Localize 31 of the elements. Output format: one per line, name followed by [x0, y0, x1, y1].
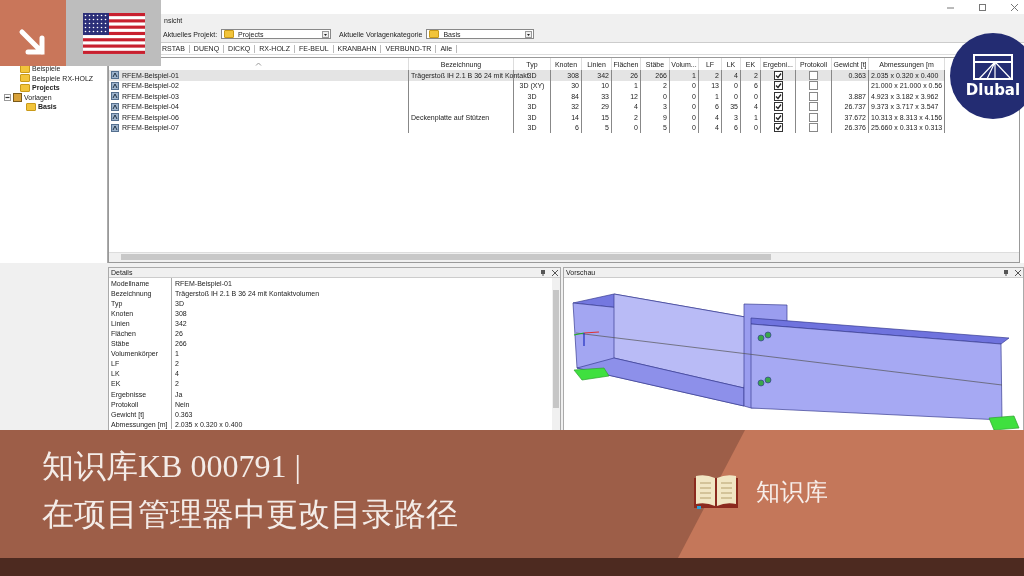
horizontal-scrollbar[interactable]: [109, 252, 1019, 262]
checkbox[interactable]: [809, 102, 818, 112]
vertical-scrollbar[interactable]: [552, 278, 560, 433]
pin-icon[interactable]: [540, 269, 546, 276]
checkbox[interactable]: [809, 91, 818, 101]
banner-title: 知识库KB 000791 |: [42, 447, 302, 486]
checkbox[interactable]: [773, 112, 783, 122]
checkbox[interactable]: [809, 70, 818, 80]
close-icon[interactable]: [1015, 269, 1021, 276]
arrow-icon: [18, 28, 48, 58]
pin-icon[interactable]: [1003, 269, 1009, 276]
checkbox[interactable]: [809, 81, 818, 91]
section-label: 知识库: [756, 477, 828, 508]
checkbox[interactable]: [809, 112, 818, 122]
checkbox[interactable]: [773, 91, 783, 101]
close-icon[interactable]: [552, 269, 558, 276]
checkbox[interactable]: [773, 102, 783, 112]
checkbox[interactable]: [773, 123, 783, 133]
checkbox[interactable]: [773, 70, 783, 80]
close-icon[interactable]: [1009, 2, 1019, 12]
us-flag-icon[interactable]: [82, 12, 145, 54]
maximize-icon[interactable]: [977, 2, 987, 12]
logo: Dlubal: [950, 33, 1024, 119]
collapse-icon[interactable]: [4, 93, 11, 101]
dropdown-arrow-icon[interactable]: [525, 31, 533, 38]
banner-title: 在项目管理器中更改目录路径: [42, 495, 458, 534]
dropdown-arrow-icon[interactable]: [322, 31, 330, 38]
book-icon: [692, 474, 740, 510]
sort-icon: [255, 62, 262, 66]
checkbox[interactable]: [809, 123, 818, 133]
checkbox[interactable]: [773, 81, 783, 91]
